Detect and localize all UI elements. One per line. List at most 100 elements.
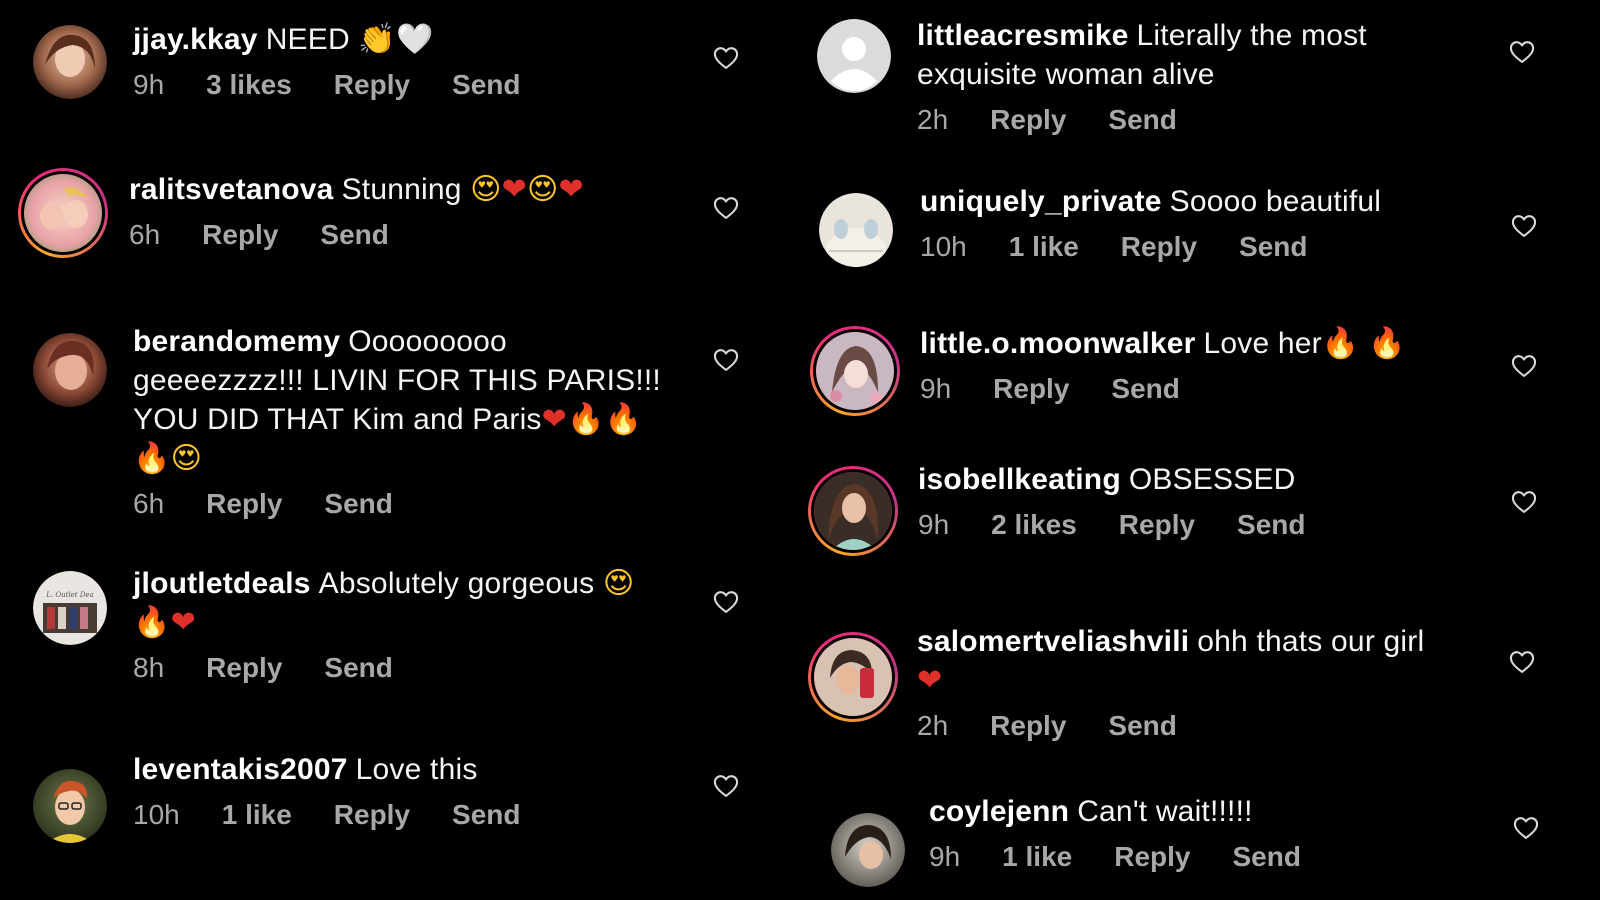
reply-button[interactable]: Reply bbox=[202, 219, 278, 251]
send-button[interactable]: Send bbox=[1108, 104, 1176, 136]
heart-outline-icon[interactable] bbox=[1512, 814, 1540, 842]
comment-body: berandomemy Ooooooooo geeeezzzz!!! LIVIN … bbox=[133, 322, 713, 478]
comment-meta: 6h Reply Send bbox=[129, 219, 729, 251]
likes-count-link[interactable]: 1 like bbox=[1002, 841, 1072, 873]
likes-count-link[interactable]: 1 like bbox=[222, 799, 292, 831]
comment-item: salomertveliashvili ohh thats our girl ❤ … bbox=[800, 618, 1600, 768]
heart-outline-icon[interactable] bbox=[712, 194, 740, 222]
comment-meta: 2h Reply Send bbox=[917, 104, 1517, 136]
avatar[interactable] bbox=[818, 192, 894, 268]
clapping-hands-emoji-icon: 👏 bbox=[358, 22, 396, 57]
reply-button[interactable]: Reply bbox=[1114, 841, 1190, 873]
comment-body: jloutletdeals Absolutely gorgeous 😍 🔥❤ bbox=[133, 564, 713, 642]
comment-meta: 9h 3 likes Reply Send bbox=[133, 69, 693, 101]
comment-username[interactable]: jloutletdeals bbox=[133, 567, 311, 600]
comment-username[interactable]: coylejenn bbox=[929, 795, 1069, 828]
comment-timestamp: 9h bbox=[918, 509, 950, 540]
comment-meta: 10h 1 like Reply Send bbox=[133, 799, 713, 831]
send-button[interactable]: Send bbox=[1237, 509, 1305, 541]
fire-emoji-icon: 🔥 bbox=[133, 441, 171, 476]
reply-button[interactable]: Reply bbox=[993, 373, 1069, 405]
reply-button[interactable]: Reply bbox=[1119, 509, 1195, 541]
comment-username[interactable]: jjay.kkay bbox=[133, 23, 258, 56]
avatar-story-ring[interactable] bbox=[18, 168, 108, 258]
reply-button[interactable]: Reply bbox=[990, 710, 1066, 742]
likes-count-link[interactable]: 2 likes bbox=[991, 509, 1077, 541]
heart-outline-icon[interactable] bbox=[1510, 488, 1538, 516]
send-button[interactable]: Send bbox=[1108, 710, 1176, 742]
send-button[interactable]: Send bbox=[1111, 373, 1179, 405]
comment-username[interactable]: salomertveliashvili bbox=[917, 625, 1189, 658]
heart-outline-icon[interactable] bbox=[712, 346, 740, 374]
likes-count-link[interactable]: 1 like bbox=[1009, 231, 1079, 263]
comment-item: jjay.kkay NEED 👏🤍 9h 3 likes Reply Send bbox=[0, 0, 790, 130]
reply-button[interactable]: Reply bbox=[334, 69, 410, 101]
avatar[interactable] bbox=[830, 812, 906, 888]
avatar[interactable] bbox=[32, 332, 108, 408]
send-button[interactable]: Send bbox=[1232, 841, 1300, 873]
default-avatar-icon[interactable] bbox=[816, 18, 892, 94]
comment-meta: 10h 1 like Reply Send bbox=[920, 231, 1520, 263]
avatar[interactable]: L. Outlet Dea bbox=[32, 570, 108, 646]
comment-item: uniquely_private Soooo beautiful 10h 1 li… bbox=[800, 180, 1600, 300]
comment-username[interactable]: berandomemy bbox=[133, 325, 340, 358]
avatar-story-ring[interactable] bbox=[808, 632, 898, 722]
comment-item: ralitsvetanova Stunning 😍❤😍❤ 6h Reply Sen… bbox=[0, 150, 790, 290]
comment-timestamp: 9h bbox=[133, 69, 165, 100]
send-button[interactable]: Send bbox=[320, 219, 388, 251]
comment-username[interactable]: uniquely_private bbox=[920, 185, 1162, 218]
comment-username[interactable]: leventakis2007 bbox=[133, 753, 348, 786]
avatar[interactable] bbox=[32, 768, 108, 844]
reply-button[interactable]: Reply bbox=[206, 488, 282, 520]
reply-button[interactable]: Reply bbox=[334, 799, 410, 831]
comment-text: Stunning bbox=[341, 173, 462, 206]
avatar-story-ring[interactable] bbox=[810, 326, 900, 416]
comment-item: L. Outlet Dea jloutletdeals Absolutely go… bbox=[0, 560, 790, 710]
comment-timestamp: 9h bbox=[920, 373, 952, 404]
comment-username[interactable]: ralitsvetanova bbox=[129, 173, 334, 206]
comment-body: little.o.moonwalker Love her🔥 🔥 bbox=[920, 324, 1520, 363]
comment-meta: 8h Reply Send bbox=[133, 652, 713, 684]
avatar-story-ring[interactable] bbox=[808, 466, 898, 556]
comment-timestamp: 9h bbox=[929, 841, 961, 872]
heart-outline-icon[interactable] bbox=[712, 588, 740, 616]
heart-outline-icon[interactable] bbox=[712, 772, 740, 800]
fire-emoji-icon: 🔥 bbox=[1367, 326, 1406, 361]
comment-timestamp: 6h bbox=[129, 219, 161, 250]
svg-text:L. Outlet Dea: L. Outlet Dea bbox=[45, 591, 94, 599]
reply-button[interactable]: Reply bbox=[206, 652, 282, 684]
comment-text: Absolutely gorgeous bbox=[318, 567, 595, 600]
heart-eyes-emoji-icon: 😍 bbox=[602, 566, 635, 601]
comment-body: salomertveliashvili ohh thats our girl ❤ bbox=[917, 622, 1537, 700]
comment-username[interactable]: littleacresmike bbox=[917, 19, 1128, 52]
send-button[interactable]: Send bbox=[452, 69, 520, 101]
heart-outline-icon[interactable] bbox=[1510, 212, 1538, 240]
fire-emoji-icon: 🔥 bbox=[604, 402, 643, 437]
comment-item: coylejenn Can't wait!!!!! 9h 1 like Reply… bbox=[800, 795, 1600, 900]
comment-body: coylejenn Can't wait!!!!! bbox=[929, 792, 1529, 831]
heart-outline-icon[interactable] bbox=[1510, 352, 1538, 380]
likes-count-link[interactable]: 3 likes bbox=[206, 69, 292, 101]
fire-emoji-icon: 🔥 bbox=[133, 605, 171, 640]
comment-body: uniquely_private Soooo beautiful bbox=[920, 182, 1520, 221]
red-heart-emoji-icon: ❤ bbox=[558, 172, 584, 207]
send-button[interactable]: Send bbox=[324, 652, 392, 684]
reply-button[interactable]: Reply bbox=[990, 104, 1066, 136]
comment-meta: 6h Reply Send bbox=[133, 488, 713, 520]
comment-text: Soooo beautiful bbox=[1169, 185, 1382, 218]
heart-outline-icon[interactable] bbox=[712, 44, 740, 72]
heart-outline-icon[interactable] bbox=[1508, 38, 1536, 66]
comment-item: leventakis2007 Love this 10h 1 like Reply… bbox=[0, 750, 790, 880]
comment-username[interactable]: isobellkeating bbox=[918, 463, 1121, 496]
comment-text: NEED bbox=[265, 23, 350, 56]
heart-eyes-emoji-icon: 😍 bbox=[527, 172, 559, 207]
send-button[interactable]: Send bbox=[452, 799, 520, 831]
avatar[interactable] bbox=[32, 24, 108, 100]
send-button[interactable]: Send bbox=[324, 488, 392, 520]
comment-timestamp: 10h bbox=[133, 799, 180, 830]
reply-button[interactable]: Reply bbox=[1121, 231, 1197, 263]
heart-outline-icon[interactable] bbox=[1508, 648, 1536, 676]
fire-emoji-icon: 🔥 bbox=[1321, 326, 1360, 361]
send-button[interactable]: Send bbox=[1239, 231, 1307, 263]
comment-username[interactable]: little.o.moonwalker bbox=[920, 327, 1196, 360]
